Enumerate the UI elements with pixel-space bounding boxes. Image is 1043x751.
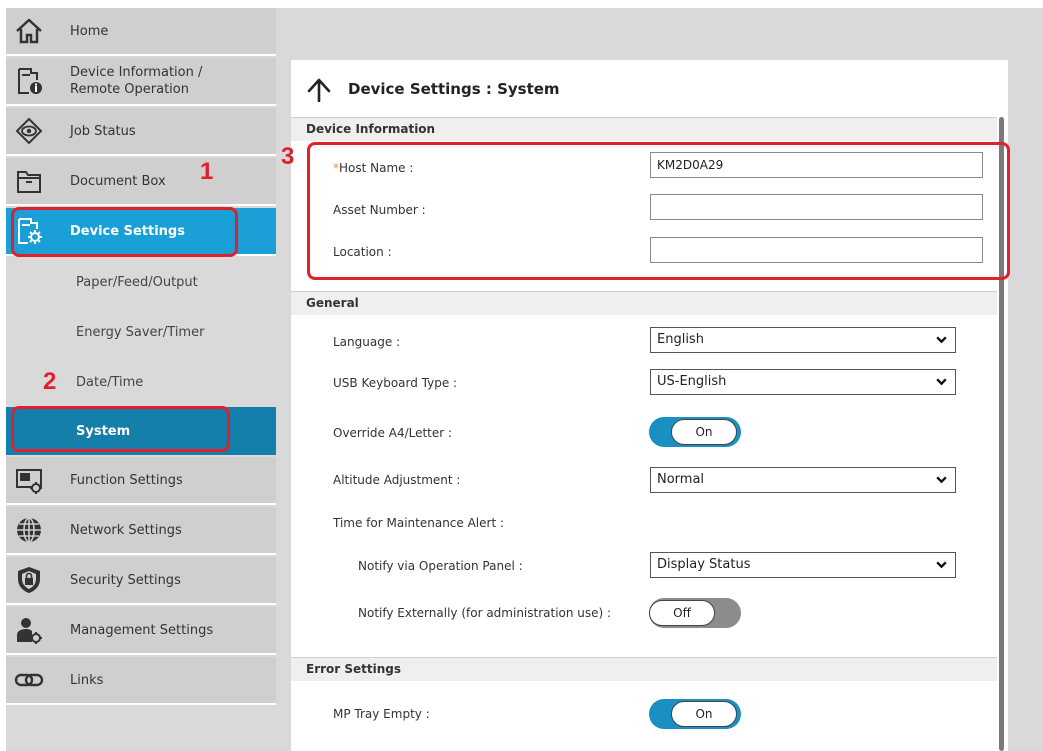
section-general: General (291, 291, 997, 315)
link-icon (14, 673, 44, 687)
sidebar-item-job-status[interactable]: Job Status (6, 108, 276, 156)
notify-panel-select-value: Display Status (657, 557, 751, 572)
sidebar-item-label: Links (70, 672, 104, 688)
sidebar-subitem-energy-saver-timer[interactable]: Energy Saver/Timer (6, 308, 276, 356)
altitude-adjustment-label: Altitude Adjustment : (333, 473, 461, 487)
callout-number-1: 1 (200, 158, 214, 185)
sidebar-item-label-line1: Device Information / (70, 65, 203, 80)
notify-externally-toggle[interactable]: Off (649, 598, 741, 628)
sidebar-subitem-paper-feed-output[interactable]: Paper/Feed/Output (6, 258, 276, 306)
sidebar-item-document-box[interactable]: Document Box (6, 158, 276, 206)
sidebar-item-security-settings[interactable]: Security Settings (6, 557, 276, 605)
altitude-select-value: Normal (657, 472, 705, 487)
sidebar-item-label: Document Box (70, 173, 166, 189)
mp-tray-empty-label: MP Tray Empty : (333, 707, 430, 721)
callout-box-device-settings (11, 207, 238, 257)
sidebar-item-label: Security Settings (70, 572, 181, 588)
sidebar-item-device-information[interactable]: Device Information / Remote Operation (6, 58, 276, 106)
document-box-icon (17, 171, 41, 193)
sidebar-item-label: Network Settings (70, 522, 182, 538)
sidebar-item-links[interactable]: Links (6, 657, 276, 705)
toggle-knob: On (671, 419, 737, 445)
mp-tray-empty-toggle[interactable]: On (649, 699, 741, 729)
chevron-down-icon (936, 336, 947, 344)
section-device-information: Device Information (291, 117, 997, 141)
page-title: Device Settings : System (348, 80, 560, 98)
notify-operation-panel-select[interactable]: Display Status (650, 552, 956, 578)
toggle-knob: Off (649, 600, 715, 626)
section-error-settings: Error Settings (291, 657, 997, 681)
language-label: Language : (333, 335, 401, 349)
callout-box-system (11, 406, 230, 452)
notify-externally-label: Notify Externally (for administration us… (358, 606, 612, 620)
language-select-value: English (657, 332, 704, 347)
sidebar-item-label: Home (70, 23, 109, 39)
callout-number-2: 2 (43, 368, 57, 395)
section-title: Device Information (306, 122, 436, 136)
network-globe-icon (17, 517, 41, 543)
sidebar-item-network-settings[interactable]: Network Settings (6, 507, 276, 555)
job-status-icon (15, 117, 43, 145)
altitude-adjustment-select[interactable]: Normal (650, 467, 956, 493)
sidebar-item-label: Function Settings (70, 472, 183, 488)
chevron-down-icon (936, 561, 947, 569)
sidebar-item-label: Job Status (70, 123, 136, 139)
sidebar-subitem-label: Paper/Feed/Output (76, 274, 198, 290)
maintenance-alert-label: Time for Maintenance Alert : (333, 516, 505, 530)
top-bar (276, 8, 1043, 58)
section-title: Error Settings (306, 662, 402, 676)
management-user-icon (17, 618, 42, 644)
panel-header: Device Settings : System (291, 60, 1008, 117)
function-settings-icon (16, 469, 42, 494)
callout-box-device-information (307, 142, 1010, 280)
chevron-down-icon (936, 476, 947, 484)
sidebar-subitem-label: Energy Saver/Timer (76, 324, 205, 340)
usb-keyboard-select-value: US-English (657, 374, 727, 389)
security-shield-icon (18, 567, 40, 593)
device-info-icon (18, 68, 42, 94)
chevron-down-icon (936, 378, 947, 386)
home-icon (16, 18, 42, 44)
callout-number-3: 3 (281, 143, 295, 170)
toggle-knob: On (671, 701, 737, 727)
sidebar-item-label-line2: Remote Operation (70, 82, 189, 97)
sidebar-item-label: Device Information / Remote Operation (70, 64, 202, 98)
sidebar-subitem-label: Date/Time (76, 374, 144, 390)
language-select[interactable]: English (650, 327, 956, 353)
usb-keyboard-select[interactable]: US-English (650, 369, 956, 395)
override-a4-letter-label: Override A4/Letter : (333, 426, 453, 440)
sidebar-item-management-settings[interactable]: Management Settings (6, 607, 276, 655)
sidebar-item-function-settings[interactable]: Function Settings (6, 457, 276, 505)
section-title: General (306, 296, 359, 310)
notify-operation-panel-label: Notify via Operation Panel : (358, 559, 523, 573)
sidebar-item-label: Management Settings (70, 622, 214, 638)
up-arrow-icon[interactable] (307, 78, 331, 102)
sidebar-item-home[interactable]: Home (6, 8, 276, 56)
override-a4-letter-toggle[interactable]: On (649, 417, 741, 447)
usb-keyboard-label: USB Keyboard Type : (333, 376, 458, 390)
